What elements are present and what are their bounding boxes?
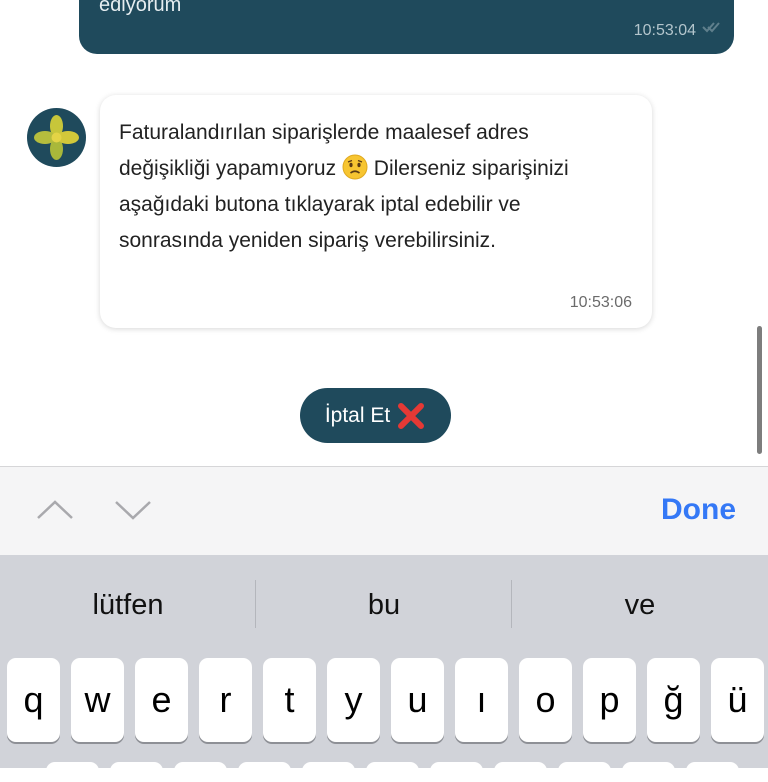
key-p[interactable]: p xyxy=(583,658,636,742)
key-w[interactable]: w xyxy=(71,658,124,742)
done-button[interactable]: Done xyxy=(661,493,736,527)
chat-scrollbar[interactable] xyxy=(757,326,762,454)
suggestion-3[interactable]: ve xyxy=(512,555,768,655)
flower-logo-icon xyxy=(27,108,86,167)
key-row-second-partial[interactable] xyxy=(238,762,291,782)
key-row-top: q w e r t y u ı o p ğ ü xyxy=(0,658,768,742)
key-o[interactable]: o xyxy=(519,658,572,742)
key-row-second-partial[interactable] xyxy=(110,762,163,782)
key-row-second-partial[interactable] xyxy=(686,762,739,782)
chevron-down-icon[interactable] xyxy=(113,494,153,524)
suggestion-2[interactable]: bu xyxy=(256,555,512,655)
key-row-second-partial[interactable] xyxy=(174,762,227,782)
keyboard-accessory-toolbar: Done xyxy=(0,466,768,556)
incoming-message-text: Faturalandırılan siparişlerde maalesef a… xyxy=(119,115,619,259)
key-row-second-partial[interactable] xyxy=(494,762,547,782)
incoming-message-bubble: Faturalandırılan siparişlerde maalesef a… xyxy=(100,95,652,328)
outgoing-message-text: ediyorum xyxy=(99,0,182,16)
key-u-umlaut[interactable]: ü xyxy=(711,658,764,742)
key-t[interactable]: t xyxy=(263,658,316,742)
key-y[interactable]: y xyxy=(327,658,380,742)
outgoing-message-bubble: ediyorum 10:53:04 xyxy=(79,0,734,54)
cancel-order-button-label: İptal Et xyxy=(324,403,391,427)
key-row-second-partial[interactable] xyxy=(558,762,611,782)
chevron-up-icon[interactable] xyxy=(35,494,75,524)
cancel-order-button[interactable]: İptal Et xyxy=(300,388,451,443)
key-row-second-partial[interactable] xyxy=(366,762,419,782)
key-row-second-partial[interactable] xyxy=(622,762,675,782)
key-g-breve[interactable]: ğ xyxy=(647,658,700,742)
chat-area: ediyorum 10:53:04 Faturalandırılan sipar… xyxy=(0,0,768,456)
worried-face-emoji xyxy=(342,154,368,180)
keyboard: lütfen bu ve q w e r t y u ı o p ğ ü xyxy=(0,555,768,782)
key-row-second-partial[interactable] xyxy=(302,762,355,782)
double-check-icon xyxy=(702,20,720,38)
key-u[interactable]: u xyxy=(391,658,444,742)
key-e[interactable]: e xyxy=(135,658,188,742)
red-cross-icon xyxy=(396,401,426,431)
suggestion-1[interactable]: lütfen xyxy=(0,555,256,655)
key-row-second-partial[interactable] xyxy=(46,762,99,782)
incoming-message-time: 10:53:06 xyxy=(569,294,632,311)
suggestion-bar: lütfen bu ve xyxy=(0,555,768,655)
key-row-second-partial[interactable] xyxy=(430,762,483,782)
outgoing-message-time: 10:53:04 xyxy=(633,22,696,39)
key-q[interactable]: q xyxy=(7,658,60,742)
key-r[interactable]: r xyxy=(199,658,252,742)
key-dotless-i[interactable]: ı xyxy=(455,658,508,742)
